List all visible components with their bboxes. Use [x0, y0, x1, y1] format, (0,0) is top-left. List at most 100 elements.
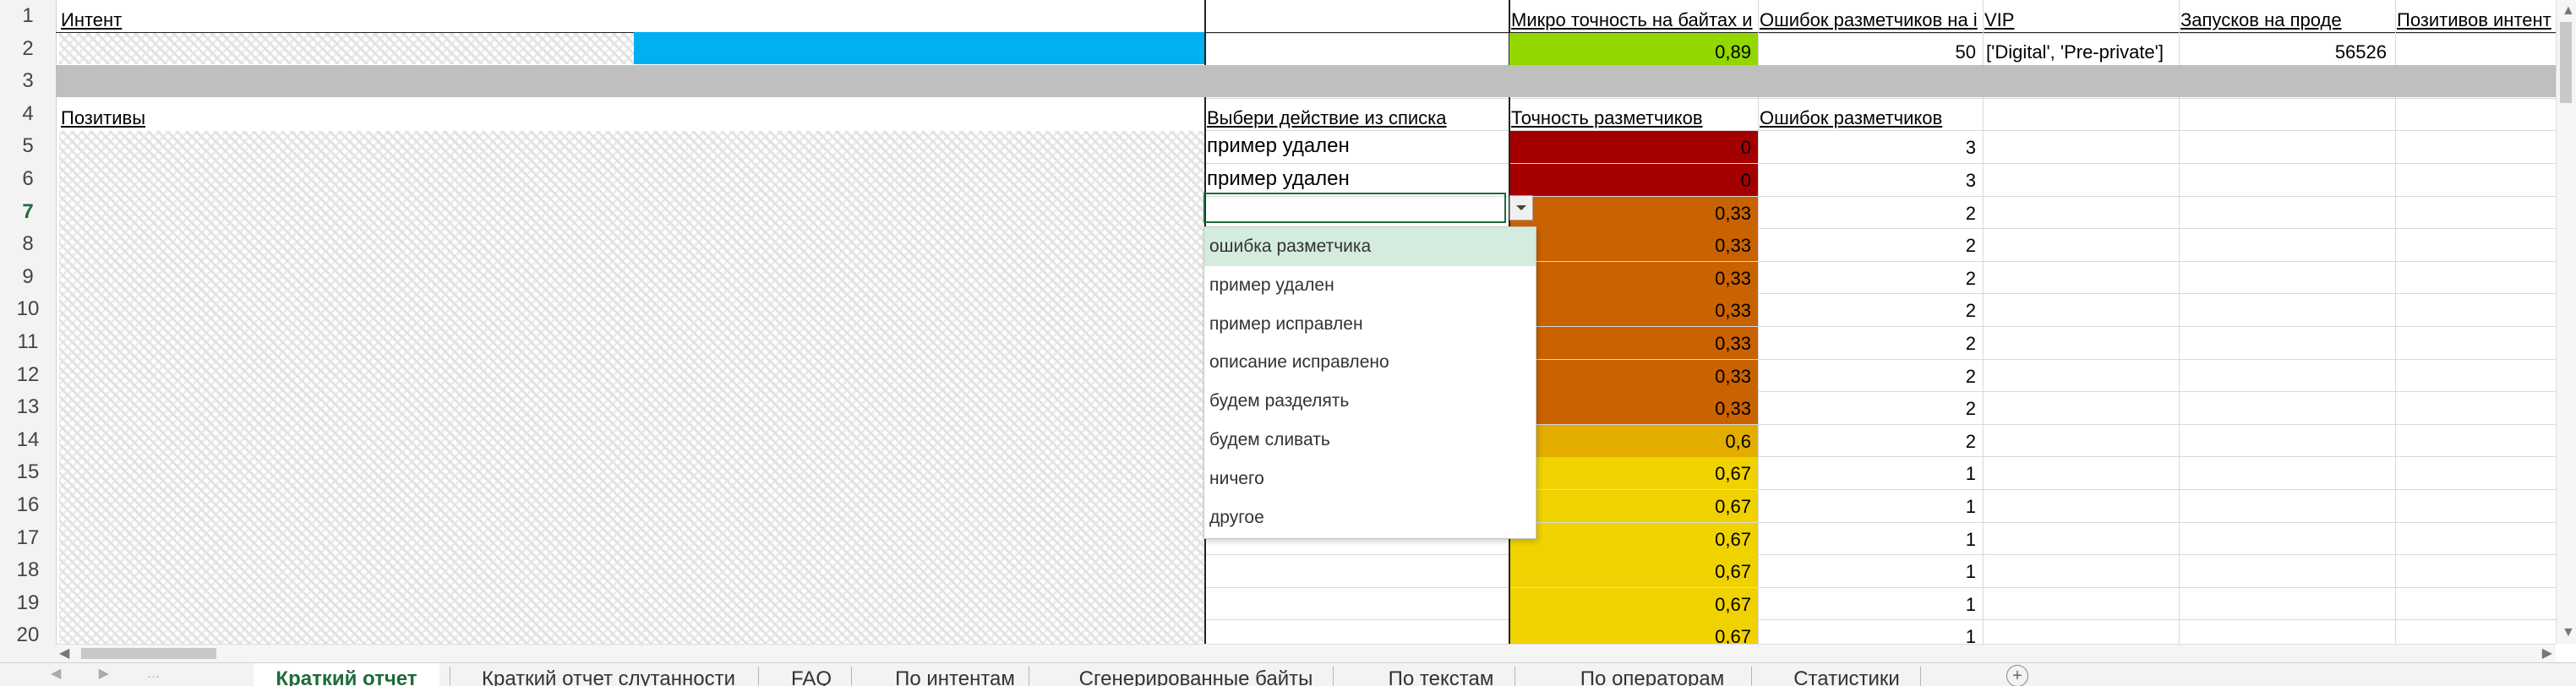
launches-value[interactable]: 56526 — [2179, 36, 2393, 68]
sheet-tab[interactable]: По интентам — [892, 663, 1018, 686]
dropdown-option[interactable]: другое — [1204, 498, 1536, 537]
accuracy-cell[interactable]: 0,33 — [1510, 295, 1758, 327]
sheet-tab[interactable]: Сгенерированные байты — [1069, 663, 1323, 686]
row-header-9[interactable]: 9 — [0, 261, 56, 293]
accuracy-cell[interactable]: 0,33 — [1510, 198, 1758, 230]
dropdown-option[interactable]: будем сливать — [1204, 421, 1536, 460]
errors-cell[interactable]: 3 — [1758, 165, 1983, 197]
accuracy-cell[interactable]: 0,67 — [1510, 556, 1758, 588]
action-cell[interactable] — [1207, 587, 1503, 619]
scroll-left-arrow[interactable]: ◀ — [59, 645, 69, 662]
row-header-17[interactable]: 17 — [0, 522, 56, 554]
header-launches[interactable]: Запусков на проде — [2180, 4, 2392, 36]
errors-cell[interactable]: 3 — [1758, 132, 1983, 164]
dropdown-option[interactable]: описание исправлено — [1204, 343, 1536, 382]
scroll-right-arrow[interactable]: ▶ — [2542, 645, 2552, 662]
annotator-errors-value[interactable]: 50 — [1758, 36, 1983, 68]
accuracy-cell[interactable]: 0,33 — [1510, 328, 1758, 360]
row-header-1[interactable]: 1 — [0, 0, 56, 32]
horizontal-scroll-thumb[interactable] — [81, 648, 216, 659]
dropdown-option[interactable]: пример исправлен — [1204, 305, 1536, 344]
errors-cell[interactable]: 2 — [1758, 263, 1983, 295]
tab-separator — [758, 667, 759, 686]
header-annotator-errors[interactable]: Ошибок разметчиков — [1760, 102, 1981, 134]
scroll-up-arrow[interactable]: ▲ — [2562, 3, 2575, 19]
row-header-13[interactable]: 13 — [0, 391, 56, 423]
sheet-tab[interactable]: Краткий отчет слутанности — [469, 663, 748, 686]
errors-cell[interactable]: 1 — [1758, 524, 1983, 556]
row-header-19[interactable]: 19 — [0, 587, 56, 619]
errors-cell[interactable]: 1 — [1758, 491, 1983, 523]
row-header-4[interactable]: 4 — [0, 98, 56, 130]
accuracy-cell[interactable]: 0,67 — [1510, 458, 1758, 490]
row-header-7[interactable]: 7 — [0, 196, 56, 228]
accuracy-cell[interactable]: 0,67 — [1510, 589, 1758, 621]
vip-value[interactable]: ['Digital', 'Pre-private'] — [1986, 36, 2177, 68]
active-cell-d7[interactable] — [1203, 193, 1506, 223]
header-intent[interactable]: Интент — [61, 4, 568, 36]
vertical-scrollbar[interactable]: ▲ ▼ — [2556, 0, 2576, 644]
errors-cell[interactable]: 2 — [1758, 198, 1983, 230]
sheet-tab[interactable]: По текстам — [1378, 663, 1504, 686]
dropdown-option[interactable]: ошибка разметчика — [1204, 227, 1536, 266]
micro-accuracy-value[interactable]: 0,89 — [1509, 36, 1758, 68]
errors-cell[interactable]: 2 — [1758, 328, 1983, 360]
accuracy-cell[interactable]: 0,33 — [1510, 393, 1758, 425]
row-header-20[interactable]: 20 — [0, 619, 56, 651]
row-header-18[interactable]: 18 — [0, 554, 56, 586]
action-cell[interactable] — [1207, 554, 1503, 586]
accuracy-cell[interactable]: 0,6 — [1510, 426, 1758, 458]
header-annotator-errors-total[interactable]: Ошибок разметчиков на і — [1760, 4, 1981, 36]
errors-cell[interactable]: 2 — [1758, 361, 1983, 393]
accuracy-cell[interactable]: 0 — [1510, 165, 1758, 197]
errors-cell[interactable]: 1 — [1758, 556, 1983, 588]
row-header-6[interactable]: 6 — [0, 163, 56, 195]
sheet-tab[interactable]: Краткий отчет — [254, 663, 439, 686]
accuracy-cell[interactable]: 0,33 — [1510, 361, 1758, 393]
dropdown-option[interactable]: ничего — [1204, 460, 1536, 498]
horizontal-scrollbar[interactable]: ◀ ▶ — [56, 644, 2556, 663]
dropdown-option[interactable]: пример удален — [1204, 266, 1536, 305]
header-annotator-accuracy[interactable]: Точность разметчиков — [1511, 102, 1756, 134]
accuracy-cell[interactable]: 0,67 — [1510, 491, 1758, 523]
header-positives-intent[interactable]: Позитивов интент — [2397, 4, 2554, 36]
sheet-tab[interactable]: FAQ — [782, 663, 841, 686]
separator-row — [56, 65, 2556, 97]
row-header-8[interactable]: 8 — [0, 228, 56, 260]
errors-cell[interactable]: 1 — [1758, 589, 1983, 621]
vertical-scroll-thumb[interactable] — [2560, 22, 2572, 103]
accuracy-cell[interactable]: 0,33 — [1510, 263, 1758, 295]
errors-cell[interactable]: 2 — [1758, 230, 1983, 262]
tab-nav-arrows[interactable]: ◀ ▶ … — [51, 665, 177, 682]
accuracy-cell[interactable]: 0,67 — [1510, 524, 1758, 556]
sheet-tab-bar: ◀ ▶ … + Краткий отчет Краткий отчет слута… — [0, 662, 2576, 686]
errors-cell[interactable]: 2 — [1758, 295, 1983, 327]
sheet-tab[interactable]: Статистики — [1783, 663, 1910, 686]
dropdown-option[interactable]: будем разделять — [1204, 382, 1536, 421]
action-cell[interactable]: пример удален — [1207, 163, 1503, 195]
dropdown-arrow-button[interactable] — [1509, 195, 1533, 220]
header-vip[interactable]: VIP — [1984, 4, 2175, 36]
sheet-tab[interactable]: По операторам — [1564, 663, 1741, 686]
errors-cell[interactable]: 2 — [1758, 393, 1983, 425]
action-dropdown-list[interactable]: ошибка разметчика пример удален пример исп… — [1203, 226, 1536, 539]
row-header-16[interactable]: 16 — [0, 489, 56, 521]
accuracy-cell[interactable]: 0,33 — [1510, 230, 1758, 262]
row-header-14[interactable]: 14 — [0, 424, 56, 456]
row-header-5[interactable]: 5 — [0, 130, 56, 162]
intent-color-cell[interactable] — [634, 32, 1204, 64]
scroll-down-arrow[interactable]: ▼ — [2562, 625, 2575, 640]
row-header-3[interactable]: 3 — [0, 65, 56, 97]
errors-cell[interactable]: 2 — [1758, 426, 1983, 458]
action-cell[interactable]: пример удален — [1207, 130, 1503, 162]
row-header-2[interactable]: 2 — [0, 33, 56, 65]
add-sheet-icon[interactable]: + — [2006, 665, 2028, 686]
row-header-15[interactable]: 15 — [0, 456, 56, 488]
errors-cell[interactable]: 1 — [1758, 458, 1983, 490]
header-micro-accuracy[interactable]: Микро точность на байтах и — [1511, 4, 1756, 36]
row-header-12[interactable]: 12 — [0, 359, 56, 391]
header-positives[interactable]: Позитивы — [61, 102, 568, 134]
row-header-11[interactable]: 11 — [0, 326, 56, 358]
accuracy-cell[interactable]: 0 — [1510, 132, 1758, 164]
row-header-10[interactable]: 10 — [0, 293, 56, 325]
